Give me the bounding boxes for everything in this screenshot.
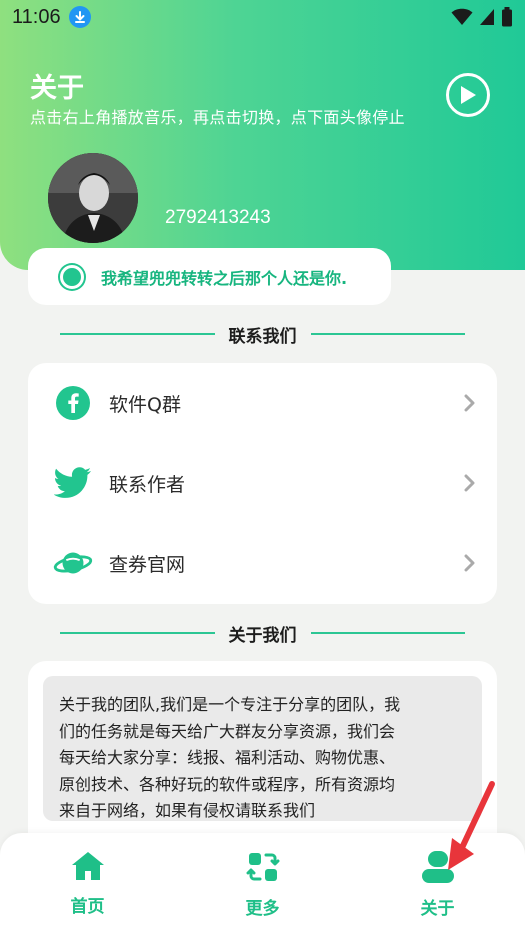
about-heading-label: 关于我们: [228, 625, 297, 646]
about-text-box: 关于我的团队,我们是一个专注于分享的团队，我 们的任务就是每天给广大群友分享资源…: [43, 676, 482, 821]
contact-item-qq-group[interactable]: 软件Q群: [28, 363, 497, 443]
twitter-icon: [53, 463, 93, 503]
wifi-icon: [451, 8, 473, 26]
contact-heading-label: 联系我们: [228, 326, 297, 347]
home-icon: [71, 852, 104, 880]
annotation-arrow-icon: [448, 781, 495, 870]
divider: [60, 632, 215, 634]
divider: [310, 333, 465, 335]
nav-item-more[interactable]: 更多: [175, 833, 350, 935]
about-card: 关于我的团队,我们是一个专注于分享的团队，我 们的任务就是每天给广大群友分享资源…: [28, 661, 497, 851]
contact-card: 软件Q群 联系作者 查券官网: [28, 363, 497, 604]
contact-item-author[interactable]: 联系作者: [28, 443, 497, 523]
facebook-icon: [53, 383, 93, 423]
divider: [60, 333, 215, 335]
planet-icon: [53, 543, 93, 583]
contact-item-website[interactable]: 查券官网: [28, 523, 497, 603]
nav-label: 更多: [245, 899, 280, 919]
play-circle-icon: [461, 86, 476, 104]
contact-item-label: 软件Q群: [109, 393, 181, 416]
about-line: 关于我的团队,我们是一个专注于分享的团队，我: [59, 695, 401, 714]
nav-label: 首页: [70, 897, 105, 917]
chevron-right-icon: [464, 474, 475, 492]
chevron-right-icon: [464, 394, 475, 412]
avatar-photo: [48, 153, 138, 243]
avatar[interactable]: [48, 153, 138, 243]
battery-icon: [502, 7, 512, 27]
page-subtitle: 点击右上角播放音乐，再点击切换，点下面头像停止: [30, 108, 405, 127]
nav-label: 关于: [420, 899, 455, 919]
about-section-heading: 关于我们: [60, 620, 465, 646]
divider: [310, 632, 465, 634]
motto-text: 我希望兜兜转转之后那个人还是你.: [101, 268, 348, 288]
contact-section-heading: 联系我们: [60, 321, 465, 347]
status-time: 11:06: [12, 5, 61, 28]
download-icon: [68, 6, 91, 28]
about-line: 原创技术、各种好玩的软件或程序，所有资源均: [59, 774, 396, 794]
motto-dot-icon: [58, 262, 86, 291]
nav-item-home[interactable]: 首页: [0, 833, 175, 935]
contact-item-label: 查券官网: [109, 553, 186, 576]
status-bar: 11:06: [0, 0, 525, 34]
about-line: 每天给大家分享：线报、福利活动、购物优惠、: [59, 748, 396, 767]
about-line: 们的任务就是每天给广大群友分享资源，我们会: [59, 721, 396, 741]
qq-number: 2792413243: [165, 207, 271, 228]
contact-item-label: 联系作者: [109, 473, 186, 496]
signal-icon: [480, 9, 494, 25]
page-title: 关于: [30, 73, 84, 104]
switch-icon: [246, 853, 279, 881]
motto-card: 我希望兜兜转转之后那个人还是你.: [28, 248, 391, 305]
chevron-right-icon: [464, 554, 475, 572]
play-music-button[interactable]: [446, 73, 490, 117]
about-line: 来自于网络，如果有侵权请联系我们: [59, 801, 316, 820]
